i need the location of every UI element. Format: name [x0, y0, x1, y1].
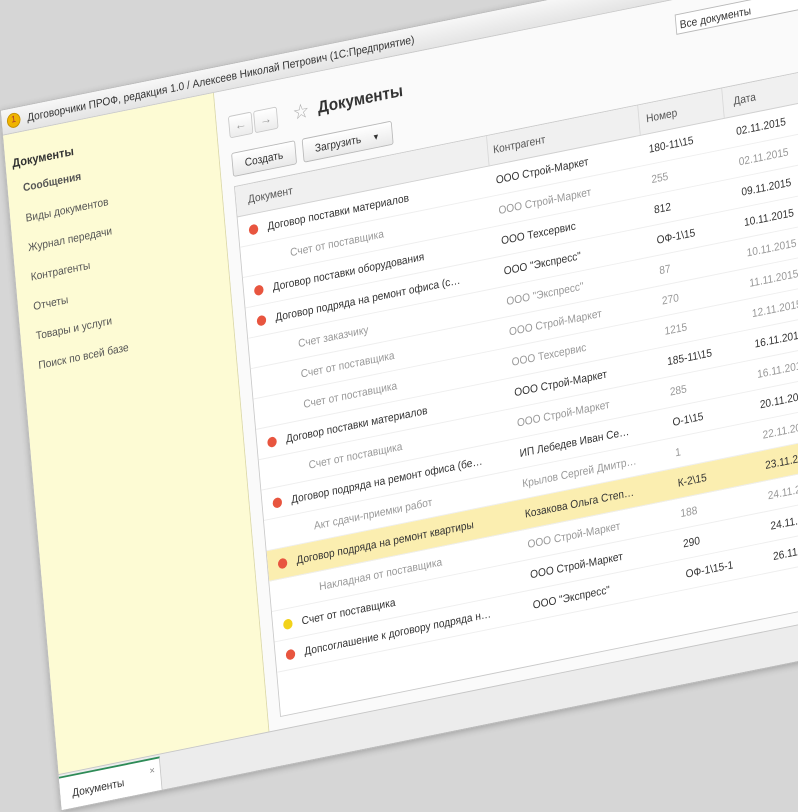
- dropdown-caret-icon: ▼: [371, 131, 381, 143]
- tab-documents-label: Документы: [71, 775, 125, 800]
- star-icon[interactable]: ☆: [292, 98, 311, 125]
- status-slot: [257, 434, 286, 450]
- status-slot: [273, 616, 302, 632]
- status-slot: [252, 378, 281, 384]
- close-icon[interactable]: ×: [148, 754, 156, 788]
- status-slot: [246, 312, 275, 328]
- column-header-date-label: Дата: [732, 90, 757, 108]
- status-dot-icon: [277, 557, 288, 570]
- main-content: ← → ☆ Документы Все документы ▼ Создать …: [213, 0, 798, 733]
- app-logo-icon[interactable]: 1: [6, 111, 22, 130]
- status-dot-icon: [285, 648, 296, 661]
- load-button-label: Загрузить: [314, 132, 362, 155]
- status-slot: [244, 282, 273, 298]
- status-slot: [238, 221, 267, 237]
- document-name: Счет заказчику: [297, 322, 369, 351]
- forward-arrow-icon[interactable]: →: [253, 106, 279, 134]
- nav-buttons: ← →: [227, 106, 279, 139]
- status-dot-icon: [255, 314, 267, 327]
- page-title: Документы: [316, 81, 404, 117]
- app-window: 1 Договорчики ПРОФ, редакция 1.0 / Алекс…: [0, 0, 798, 812]
- status-slot: [265, 530, 294, 536]
- status-slot: [255, 408, 284, 414]
- status-slot: [267, 555, 296, 571]
- status-slot: [271, 591, 300, 597]
- status-dot-icon: [248, 223, 259, 236]
- status-dot-icon: [266, 435, 277, 448]
- document-filter-select[interactable]: Все документы ▼: [674, 0, 798, 35]
- filter-value: Все документы: [679, 4, 752, 32]
- create-button[interactable]: Создать: [231, 140, 297, 178]
- status-dot-icon: [271, 496, 282, 509]
- status-dot-icon: [253, 283, 264, 296]
- status-slot: [275, 646, 304, 662]
- status-slot: [262, 494, 291, 510]
- status-slot: [249, 348, 278, 354]
- status-slot: [241, 257, 270, 263]
- status-slot: [260, 469, 289, 475]
- back-arrow-icon[interactable]: ←: [227, 111, 254, 139]
- status-dot-icon: [282, 617, 293, 630]
